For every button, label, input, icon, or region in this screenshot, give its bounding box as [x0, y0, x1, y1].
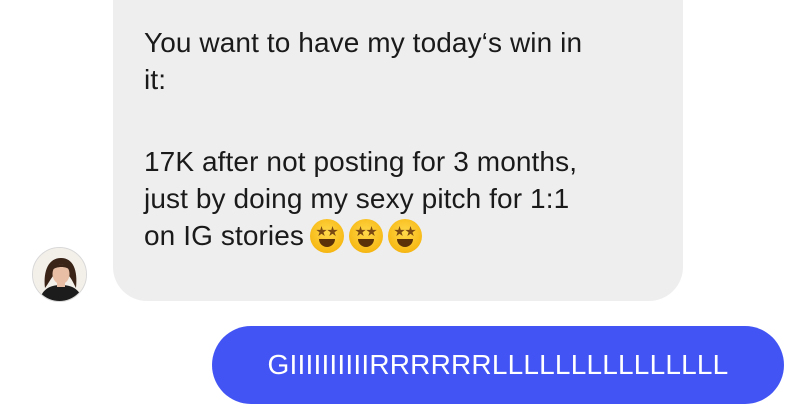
star-struck-emoji-icon — [388, 219, 423, 253]
star-struck-emoji-icon — [349, 219, 384, 253]
message-text-line: it: — [144, 64, 167, 95]
message-text-line: You want to have my today‘s win in — [144, 27, 583, 58]
sent-message-bubble[interactable]: GIIIIIIIIIIRRRRRRLLLLLLLLLLLLLLL — [212, 326, 784, 404]
sender-avatar[interactable] — [32, 247, 87, 302]
profile-photo-icon — [33, 248, 86, 301]
message-text-line: just by doing my sexy pitch for 1:1 — [144, 183, 570, 214]
star-struck-emoji-icon — [310, 219, 345, 253]
emoji-group — [310, 219, 423, 253]
received-message-bubble[interactable]: You want to have my today‘s win in it: 1… — [113, 0, 683, 301]
message-text-line: 17K after not posting for 3 months, — [144, 146, 578, 177]
message-text-line-with-emojis: on IG stories — [144, 217, 653, 254]
sent-message-text: GIIIIIIIIIIRRRRRRLLLLLLLLLLLLLLL — [267, 349, 729, 380]
message-text-line: on IG stories — [144, 220, 305, 251]
